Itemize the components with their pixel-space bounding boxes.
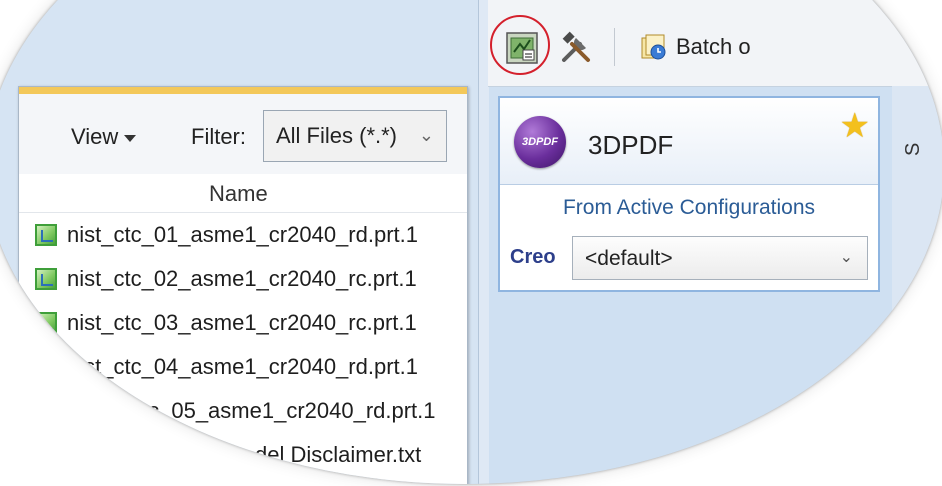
batch-label: Batch o <box>676 34 751 59</box>
file-list: nist_ctc_01_asme1_cr2040_rd.prt.1 nist_c… <box>19 213 467 477</box>
star-icon[interactable]: ★ <box>840 106 870 146</box>
publish-active-config-icon[interactable] <box>504 30 540 66</box>
creo-part-icon <box>35 224 57 246</box>
publish-panel: 3DPDF 3DPDF ★ From Active Configurations… <box>498 96 880 292</box>
toolbar-separator <box>614 28 615 66</box>
file-name: nist_ctc_03_asme1_cr2040_rc.prt.1 <box>67 310 417 335</box>
3dpdf-logo: 3DPDF <box>514 116 566 168</box>
filter-select-value: All Files (*.*) <box>276 123 398 148</box>
filter-label: Filter: <box>191 124 246 149</box>
logo-text: 3DPDF <box>521 136 559 148</box>
batch-icon <box>641 34 666 60</box>
batch-button[interactable]: Batch o <box>638 32 751 62</box>
file-name: nist_ctc_02_asme1_cr2040_rc.prt.1 <box>67 266 417 291</box>
name-column-header[interactable]: Name <box>209 181 268 207</box>
creo-part-icon <box>35 356 57 378</box>
application-window: View Filter: All Files (*.*) ⌄ Name nist… <box>0 0 942 484</box>
file-name: ctc_05_asme1_cr2040_rd.prt.1 <box>131 398 436 423</box>
dialog-toolbar: View Filter: All Files (*.*) ⌄ <box>19 94 467 174</box>
side-tab-label[interactable]: S <box>902 143 925 156</box>
chevron-down-icon: ⌄ <box>839 249 853 266</box>
file-row[interactable]: nist_ctc_04_asme1_cr2040_rd.prt.1 <box>19 345 467 389</box>
tools-icon[interactable] <box>558 30 594 66</box>
view-menu-button[interactable]: View <box>71 124 137 150</box>
configuration-select[interactable]: <default> ⌄ <box>572 236 868 280</box>
file-row[interactable]: del Disclaimer.txt <box>19 433 467 477</box>
creo-part-icon <box>35 312 57 334</box>
dropdown-caret-icon <box>124 135 137 142</box>
panel-header: 3DPDF 3DPDF ★ <box>500 98 878 185</box>
magnified-lens: View Filter: All Files (*.*) ⌄ Name nist… <box>0 0 942 484</box>
config-heading: From Active Configurations <box>562 196 816 219</box>
chevron-down-icon: ⌄ <box>418 125 434 145</box>
file-row[interactable]: nist_ctc_01_asme1_cr2040_rd.prt.1 <box>19 213 467 257</box>
filter-select[interactable]: All Files (*.*) ⌄ <box>263 110 447 162</box>
creo-label: Creo <box>510 246 556 268</box>
file-name: nist_ctc_01_asme1_cr2040_rd.prt.1 <box>67 222 418 247</box>
file-row[interactable]: nist_ctc_03_asme1_cr2040_rc.prt.1 <box>19 301 467 345</box>
main-toolbar: Batch o <box>488 0 942 87</box>
column-header: Name <box>19 175 467 213</box>
file-dialog: View Filter: All Files (*.*) ⌄ Name nist… <box>18 86 468 484</box>
configuration-value: <default> <box>585 247 673 270</box>
file-row[interactable]: nist_ctc_02_asme1_cr2040_rc.prt.1 <box>19 257 467 301</box>
dialog-title-bar <box>19 87 467 94</box>
view-menu-label: View <box>71 124 119 149</box>
panel-title: 3DPDF <box>588 130 674 160</box>
file-row[interactable]: ctc_05_asme1_cr2040_rd.prt.1 <box>19 389 467 433</box>
creo-part-icon <box>35 268 57 290</box>
file-name: nist_ctc_04_asme1_cr2040_rd.prt.1 <box>67 354 418 379</box>
file-name: del Disclaimer.txt <box>255 442 422 467</box>
